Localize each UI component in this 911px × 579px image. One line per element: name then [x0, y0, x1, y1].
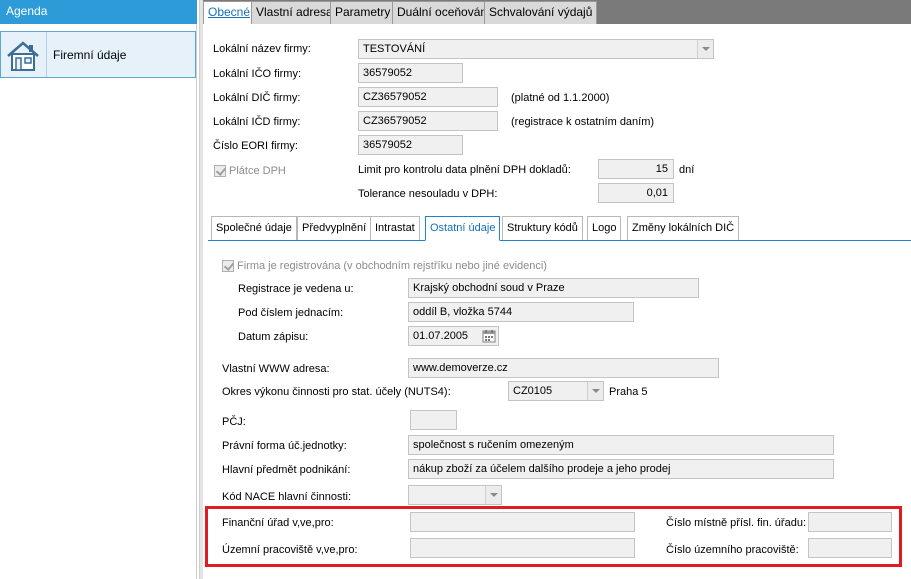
tab-expense-approval[interactable]: Schvalování výdajů — [484, 1, 598, 24]
registered-checkbox[interactable] — [222, 260, 234, 272]
tab-expense-approval-label: Schvalování výdajů — [489, 5, 593, 19]
tab-dual-valuation[interactable]: Duální oceňování — [392, 1, 496, 24]
www-label: Vlastní WWW adresa: — [222, 363, 330, 375]
tab-intrastat-label: Intrastat — [375, 222, 415, 234]
tab-common-data[interactable]: Společné údaje — [211, 216, 297, 240]
agenda-header: Agenda — [0, 0, 197, 24]
nace-label: Kód NACE hlavní činnosti: — [222, 491, 352, 503]
territorial-no-field[interactable] — [808, 538, 892, 558]
eori-field[interactable]: 36579052 — [358, 135, 463, 155]
vat-payer-label: Plátce DPH — [229, 165, 286, 177]
agenda-item-label: Firemní údaje — [53, 48, 127, 62]
company-name-value: TESTOVÁNÍ — [363, 43, 426, 55]
nuts-combo[interactable]: CZ0105 — [508, 381, 604, 401]
tab-general[interactable]: Obecné — [203, 1, 256, 25]
company-icd-note: (registrace k ostatním daním) — [511, 116, 655, 128]
main-activity-label: Hlavní předmět podnikání: — [222, 464, 351, 476]
vat-tolerance-value: 0,01 — [646, 187, 668, 199]
legal-form-field[interactable]: společnost s ručením omezeným — [408, 435, 834, 455]
company-ico-field[interactable]: 36579052 — [358, 63, 463, 83]
tab-prefill-label: Předvyplnění — [302, 222, 367, 234]
tab-logo-label: Logo — [592, 222, 617, 234]
tab-general-label: Obecné — [208, 5, 251, 19]
legal-form-value: společnost s ručením omezeným — [413, 439, 574, 451]
reg-at-field[interactable]: Krajský obchodní soud v Praze — [408, 278, 699, 298]
pcj-field[interactable] — [410, 410, 457, 430]
company-ico-value: 36579052 — [363, 67, 412, 79]
company-ico-label: Lokální IČO firmy: — [213, 68, 302, 80]
agenda-item-separator — [46, 32, 47, 77]
inner-tab-underline — [208, 240, 911, 241]
local-office-no-field[interactable] — [808, 512, 892, 532]
vat-limit-value: 15 — [655, 163, 668, 175]
chevron-down-icon[interactable] — [697, 40, 713, 58]
vat-tolerance-label: Tolerance nesouladu v DPH: — [358, 188, 498, 200]
company-dic-field[interactable]: CZ36579052 — [358, 87, 498, 107]
tab-code-structures[interactable]: Struktury kódů — [502, 216, 583, 240]
tab-logo[interactable]: Logo — [587, 216, 622, 240]
vat-limit-field[interactable]: 15 — [598, 159, 674, 179]
company-house-icon — [7, 41, 39, 71]
tax-office-field[interactable] — [410, 512, 635, 532]
tax-office-label: Finanční úřad v,ve,pro: — [222, 517, 334, 529]
vat-limit-label: Limit pro kontrolu data plnění DPH dokla… — [358, 164, 571, 176]
main-tab-strip: Obecné Vlastní adresa Parametry Duální o… — [203, 0, 911, 25]
tab-own-address-label: Vlastní adresa — [256, 5, 333, 19]
tab-code-structures-label: Struktury kódů — [507, 222, 578, 234]
company-icd-value: CZ36579052 — [363, 115, 427, 127]
nuts-value: CZ0105 — [513, 385, 553, 397]
tab-common-data-label: Společné údaje — [216, 222, 292, 234]
tab-parameters-label: Parametry — [335, 5, 391, 19]
tab-intrastat[interactable]: Intrastat — [370, 216, 420, 240]
reg-date-value: 01.07.2005 — [413, 330, 469, 342]
tab-other-data[interactable]: Ostatní údaje — [425, 216, 501, 241]
reg-date-label: Datum zápisu: — [238, 331, 309, 343]
nace-combo[interactable] — [408, 485, 502, 505]
pcj-label: PČJ: — [222, 416, 246, 428]
www-field[interactable]: www.demoverze.cz — [408, 358, 719, 378]
territorial-field[interactable] — [410, 538, 635, 558]
local-office-no-label: Číslo místně přísl. fin. úřadu: — [666, 517, 806, 529]
reg-no-field[interactable]: oddíl B, vložka 5744 — [408, 302, 634, 322]
tab-dual-valuation-label: Duální oceňování — [397, 5, 491, 19]
company-name-label: Lokální název firmy: — [213, 43, 311, 55]
tab-prefill[interactable]: Předvyplnění — [297, 216, 372, 240]
tab-local-dic-changes[interactable]: Změny lokálních DIČ — [627, 216, 740, 240]
www-value: www.demoverze.cz — [413, 362, 508, 374]
reg-at-value: Krajský obchodní soud v Praze — [413, 282, 565, 294]
legal-form-label: Právní forma úč.jednotky: — [222, 440, 347, 452]
tab-other-data-label: Ostatní údaje — [430, 222, 496, 234]
eori-value: 36579052 — [363, 139, 412, 151]
eori-label: Číslo EORI firmy: — [213, 140, 298, 152]
company-icd-field[interactable]: CZ36579052 — [358, 111, 498, 131]
reg-no-value: oddíl B, vložka 5744 — [413, 306, 513, 318]
agenda-item-company-data[interactable]: Firemní údaje — [0, 31, 196, 78]
tab-local-dic-changes-label: Změny lokálních DIČ — [632, 222, 735, 234]
vat-limit-unit: dní — [679, 164, 695, 176]
main-activity-value: nákup zboží za účelem dalšího prodeje a … — [413, 463, 671, 475]
general-tab-content: Lokální název firmy: TESTOVÁNÍ Lokální I… — [203, 24, 911, 579]
company-dic-note: (platné od 1.1.2000) — [511, 92, 610, 104]
company-name-combo[interactable]: TESTOVÁNÍ — [358, 39, 714, 59]
registered-label: Firma je registrována (v obchodním rejst… — [237, 260, 547, 272]
chevron-down-icon[interactable] — [485, 486, 501, 504]
territorial-no-label: Číslo územního pracoviště: — [666, 544, 799, 556]
reg-at-label: Registrace je vedena u: — [238, 283, 354, 295]
main-activity-field[interactable]: nákup zboží za účelem dalšího prodeje a … — [408, 459, 834, 479]
company-icd-label: Lokální IČD firmy: — [213, 116, 301, 128]
agenda-panel: Agenda Firemní údaje — [0, 0, 197, 579]
territorial-label: Územní pracoviště v,ve,pro: — [222, 544, 358, 556]
tab-parameters[interactable]: Parametry — [330, 1, 396, 24]
nuts-name: Praha 5 — [609, 386, 648, 398]
chevron-down-icon[interactable] — [587, 382, 603, 400]
reg-date-field[interactable]: 01.07.2005 — [408, 326, 499, 346]
calendar-icon[interactable] — [481, 328, 497, 344]
nuts-label: Okres výkonu činnosti pro stat. účely (N… — [222, 386, 451, 398]
company-dic-label: Lokální DIČ firmy: — [213, 92, 301, 104]
tab-own-address[interactable]: Vlastní adresa — [251, 1, 338, 24]
reg-no-label: Pod číslem jednacím: — [238, 307, 344, 319]
vat-payer-checkbox[interactable] — [214, 165, 226, 177]
vat-tolerance-field[interactable]: 0,01 — [598, 183, 674, 203]
company-dic-value: CZ36579052 — [363, 91, 427, 103]
